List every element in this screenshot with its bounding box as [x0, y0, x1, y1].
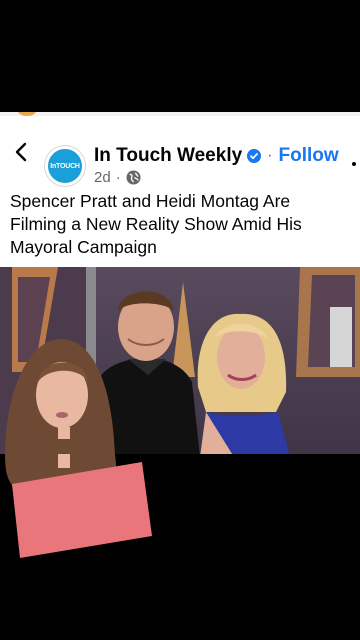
post-time[interactable]: 2d [94, 169, 111, 186]
page-name-row: In Touch Weekly · Follow [94, 145, 339, 167]
avatar-logo-text: InTOUCH [50, 162, 80, 170]
separator-dot: · [267, 147, 273, 164]
follow-button[interactable]: Follow [279, 145, 339, 167]
photo-illustration [0, 267, 360, 454]
overlay-person-continuation [5, 454, 152, 558]
post-photo[interactable] [0, 267, 360, 454]
previous-post-edge [0, 112, 360, 116]
globe-icon [126, 170, 141, 185]
page-name[interactable]: In Touch Weekly [94, 145, 242, 167]
verified-badge-icon [247, 149, 262, 163]
more-options-icon[interactable] [352, 162, 356, 166]
chevron-left-icon[interactable] [10, 138, 32, 166]
post-meta: 2d · [94, 169, 141, 186]
post-caption: Spencer Pratt and Heidi Montag Are Filmi… [10, 191, 302, 257]
bottom-black-area [0, 454, 360, 640]
facebook-post-screenshot: InTOUCH In Touch Weekly · Follow 2d · Sp… [0, 112, 360, 454]
page-avatar[interactable]: InTOUCH [45, 146, 85, 186]
meta-separator-dot: · [115, 169, 121, 186]
top-black-bar [0, 0, 360, 112]
post-header: InTOUCH In Touch Weekly · Follow 2d · [0, 126, 360, 186]
previous-post-avatar-edge [18, 112, 36, 116]
